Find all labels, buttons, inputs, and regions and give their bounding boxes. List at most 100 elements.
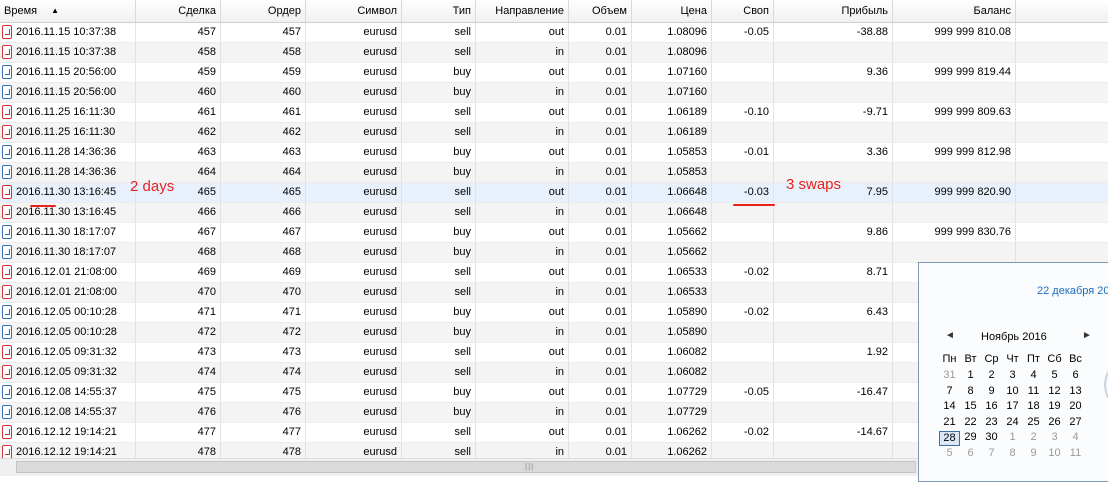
buy-deal-icon — [2, 65, 12, 79]
calendar-day[interactable]: 26 — [1044, 416, 1065, 428]
cell-value: 0.01 — [605, 166, 627, 178]
calendar-day[interactable]: 4 — [1065, 431, 1086, 443]
horizontal-scrollbar[interactable]: ||| — [0, 458, 920, 476]
calendar-day[interactable]: 15 — [960, 400, 981, 412]
calendar-day[interactable]: 3 — [1044, 431, 1065, 443]
calendar-day[interactable]: 31 — [939, 369, 960, 381]
table-row[interactable]: 2016.11.30 18:17:07 468 468 eurusd buy in 0.01… — [0, 243, 1108, 263]
cell-value: 2016.12.08 14:55:37 — [16, 386, 117, 398]
calendar-day[interactable]: 29 — [960, 431, 981, 443]
swaps-underline — [733, 204, 775, 206]
calendar-day[interactable]: 8 — [960, 385, 981, 397]
calendar-day[interactable]: 10 — [1002, 385, 1023, 397]
calendar-day[interactable]: 9 — [981, 385, 1002, 397]
cell-volume: 0.01 — [569, 383, 632, 402]
calendar-day[interactable]: 1 — [1002, 431, 1023, 443]
prev-month-icon[interactable]: ◄ — [945, 330, 955, 341]
cell-time: 2016.12.01 21:08:00 — [0, 263, 136, 282]
next-month-icon[interactable]: ► — [1082, 330, 1092, 341]
calendar-day[interactable]: 3 — [1002, 369, 1023, 381]
cell-balance: 999 999 819.44 — [893, 63, 1016, 82]
cell-type: buy — [402, 83, 476, 102]
calendar-day[interactable]: 18 — [1023, 400, 1044, 412]
calendar-day[interactable]: 27 — [1065, 416, 1086, 428]
cell-direction: in — [476, 403, 569, 422]
cell-value: 2016.12.12 19:14:21 — [16, 426, 117, 438]
cell-value: 457 — [282, 26, 301, 38]
cell-symbol: eurusd — [306, 103, 402, 122]
calendar-day[interactable]: 30 — [981, 431, 1002, 443]
calendar-day[interactable]: 6 — [960, 447, 981, 459]
scrollbar-thumb[interactable] — [16, 461, 916, 473]
column-header-direction[interactable]: Направление — [476, 0, 569, 22]
column-header-label: Направление — [495, 5, 564, 17]
calendar-day[interactable]: 5 — [939, 447, 960, 459]
column-header-deal[interactable]: Сделка — [136, 0, 221, 22]
cell-deal: 462 — [136, 123, 221, 142]
calendar-day[interactable]: 23 — [981, 416, 1002, 428]
calendar-day[interactable]: 7 — [939, 385, 960, 397]
cell-value: 460 — [282, 86, 301, 98]
calendar-day[interactable]: 8 — [1002, 447, 1023, 459]
table-row[interactable]: 2016.11.15 10:37:38 457 457 eurusd sell out 0.… — [0, 23, 1108, 43]
calendar-day[interactable]: 12 — [1044, 385, 1065, 397]
calendar-day[interactable]: 25 — [1023, 416, 1044, 428]
calendar-day[interactable]: 28 — [939, 431, 960, 446]
cell-value: eurusd — [363, 66, 397, 78]
column-header-type[interactable]: Тип — [402, 0, 476, 22]
table-row[interactable]: 2016.11.15 10:37:38 458 458 eurusd sell in 0.0… — [0, 43, 1108, 63]
cell-value: sell — [454, 286, 471, 298]
cell-balance — [893, 163, 1016, 182]
cell-time: 2016.11.15 20:56:00 — [0, 63, 136, 82]
calendar-day[interactable]: 17 — [1002, 400, 1023, 412]
cell-volume: 0.01 — [569, 283, 632, 302]
calendar-day[interactable]: 16 — [981, 400, 1002, 412]
calendar-day[interactable]: 1 — [960, 369, 981, 381]
calendar-day[interactable]: 2 — [1023, 431, 1044, 443]
cell-deal: 458 — [136, 43, 221, 62]
cell-value: 1.06189 — [667, 106, 707, 118]
cell-direction: out — [476, 143, 569, 162]
calendar-day[interactable]: 22 — [960, 416, 981, 428]
cell-value: -0.10 — [743, 106, 769, 118]
cell-volume: 0.01 — [569, 83, 632, 102]
table-row[interactable]: 2016.11.25 16:11:30 462 462 eurusd sell in 0.0… — [0, 123, 1108, 143]
column-header-balance[interactable]: Баланс — [893, 0, 1016, 22]
cell-value: sell — [454, 446, 471, 458]
table-row[interactable]: 2016.11.15 20:56:00 459 459 eurusd buy out 0.0… — [0, 63, 1108, 83]
calendar-day[interactable]: 2 — [981, 369, 1002, 381]
cell-swap: -0.02 — [712, 303, 774, 322]
calendar-day[interactable]: 24 — [1002, 416, 1023, 428]
table-row[interactable]: 2016.11.30 18:17:07 467 467 eurusd buy out 0.0… — [0, 223, 1108, 243]
table-row[interactable]: 2016.11.15 20:56:00 460 460 eurusd buy in 0.01… — [0, 83, 1108, 103]
calendar-day[interactable]: 19 — [1044, 400, 1065, 412]
calendar-day[interactable]: 21 — [939, 416, 960, 428]
calendar-day[interactable]: 5 — [1044, 369, 1065, 381]
calendar-day[interactable]: 11 — [1023, 385, 1044, 397]
column-header-swap[interactable]: Своп — [712, 0, 774, 22]
cell-value: 1.05662 — [667, 246, 707, 258]
calendar-day[interactable]: 14 — [939, 400, 960, 412]
sell-deal-icon — [2, 25, 12, 39]
calendar-day[interactable]: 13 — [1065, 385, 1086, 397]
calendar-day[interactable]: 20 — [1065, 400, 1086, 412]
column-header-profit[interactable]: Прибыль — [774, 0, 893, 22]
calendar-day[interactable]: 9 — [1023, 447, 1044, 459]
calendar-day[interactable]: 10 — [1044, 447, 1065, 459]
table-row[interactable]: 2016.11.25 16:11:30 461 461 eurusd sell out 0.… — [0, 103, 1108, 123]
column-header-time[interactable]: Время ▲ — [0, 0, 136, 22]
calendar-day[interactable]: 11 — [1065, 447, 1086, 459]
table-row[interactable]: 2016.11.28 14:36:36 463 463 eurusd buy out 0.0… — [0, 143, 1108, 163]
cell-time: 2016.12.12 19:14:21 — [0, 423, 136, 442]
cell-type: sell — [402, 423, 476, 442]
calendar-day[interactable]: 4 — [1023, 369, 1044, 381]
column-header-order[interactable]: Ордер — [221, 0, 306, 22]
column-header-price[interactable]: Цена — [632, 0, 712, 22]
column-header-volume[interactable]: Объем — [569, 0, 632, 22]
cell-price: 1.07160 — [632, 63, 712, 82]
table-row[interactable]: 2016.11.30 13:16:45 466 466 eurusd sell in 0.0… — [0, 203, 1108, 223]
cell-direction: in — [476, 203, 569, 222]
calendar-day[interactable]: 6 — [1065, 369, 1086, 381]
column-header-symbol[interactable]: Символ — [306, 0, 402, 22]
calendar-day[interactable]: 7 — [981, 447, 1002, 459]
